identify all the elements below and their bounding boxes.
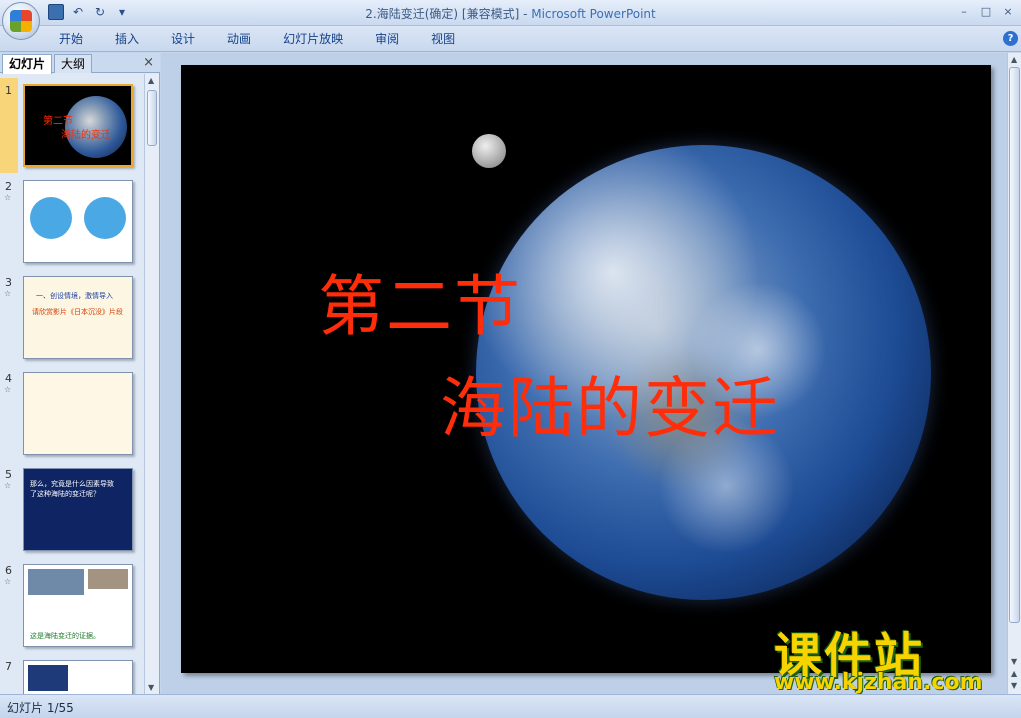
previous-slide-icon[interactable]: ▲ [1011,669,1017,678]
thumbnail-scrollbar[interactable]: ▲ ▼ [144,74,159,694]
tab-view[interactable]: 视图 [420,31,466,47]
world-map-left [30,197,72,239]
world-map-right [84,197,126,239]
tab-outline[interactable]: 大纲 [54,54,93,73]
thumbnail-image: 这是海陆变迁的证据。 [23,564,133,647]
thumbnail-image: 一、创设情境，激情导入 请欣赏影片《日本沉没》片段 [23,276,133,359]
thumbnail-image [23,372,133,455]
mini-text-2: 了这种海陆的变迁呢？ [30,490,100,498]
panel-tabs: 幻灯片 大纲 × [0,53,160,74]
slide-scrollbar[interactable]: ▲ ▼ ▲ ▼ [1007,53,1021,694]
site-watermark: 课件站 www.kjzhan.com [770,616,1006,695]
fossil-photo [88,569,128,589]
office-button[interactable] [2,2,40,40]
mini-text-1: 这是海陆变迁的证据。 [30,632,100,640]
slide-number: 7 [5,660,12,673]
title-bar: ↶ ↻ ▾ 2.海陆变迁(确定) [兼容模式] - Microsoft Powe… [0,0,1021,40]
slide-number: 4 [5,372,12,385]
mini-title-line2: 海陆的变迁 [61,130,111,141]
slide-number: 3 [5,276,12,289]
tab-slideshow[interactable]: 幻灯片放映 [272,31,354,47]
ribbon-tabs: 开始 插入 设计 动画 幻灯片放映 审阅 视图 [48,31,476,47]
office-logo-icon [10,10,32,32]
slide-thumbnail-1[interactable]: 1 第二节 海陆的变迁 [0,78,143,173]
slide-number: 2 [5,180,12,193]
slide-thumbnail-7[interactable]: 7 [0,654,143,694]
scroll-thumb[interactable] [1009,67,1020,623]
ribbon: 开始 插入 设计 动画 幻灯片放映 审阅 视图 ? [0,26,1021,52]
close-button[interactable]: × [999,3,1017,19]
tab-design[interactable]: 设计 [160,31,206,47]
slide-number: 6 [5,564,12,577]
watermark-url: www.kjzhan.com [774,670,983,695]
help-icon[interactable]: ? [1003,31,1018,46]
window-controls: – □ × [955,3,1017,19]
tab-animations[interactable]: 动画 [216,31,262,47]
animation-star-icon: ☆ [4,577,12,586]
mini-text-1: 那么，究竟是什么因素导致 [30,480,114,488]
close-panel-icon[interactable]: × [143,55,154,70]
slides-panel: 幻灯片 大纲 × 1 第二节 海陆的变迁 2 ☆ 3 ☆ 一、创设情境，激情导入… [0,53,160,694]
application-name: Microsoft PowerPoint [531,7,656,21]
slide-thumbnail-5[interactable]: 5 ☆ 那么，究竟是什么因素导致 了这种海陆的变迁呢？ [0,462,143,557]
scroll-up-icon[interactable]: ▲ [1011,55,1017,64]
window-title: 2.海陆变迁(确定) [兼容模式] - Microsoft PowerPoint [0,5,1021,22]
slide-thumbnail-3[interactable]: 3 ☆ 一、创设情境，激情导入 请欣赏影片《日本沉没》片段 [0,270,143,365]
status-bar: 幻灯片 1/55 [0,694,1021,718]
scroll-up-icon[interactable]: ▲ [148,76,154,85]
landscape-photo [28,569,84,595]
slide-indicator: 幻灯片 1/55 [7,701,74,715]
minimize-button[interactable]: – [955,3,973,19]
tab-slides[interactable]: 幻灯片 [2,54,53,74]
slide-thumbnail-4[interactable]: 4 ☆ [0,366,143,461]
tab-home[interactable]: 开始 [48,31,94,47]
animation-star-icon: ☆ [4,193,12,202]
tab-review[interactable]: 审阅 [364,31,410,47]
slide-thumbnail-6[interactable]: 6 ☆ 这是海陆变迁的证据。 [0,558,143,653]
slide-editing-area: 第二节 海陆的变迁 [161,53,1007,694]
scroll-down-icon[interactable]: ▼ [1011,657,1017,666]
mini-text-1: 一、创设情境，激情导入 [36,292,113,300]
animation-star-icon: ☆ [4,289,12,298]
thumbnail-image [23,180,133,263]
tab-insert[interactable]: 插入 [104,31,150,47]
current-slide[interactable]: 第二节 海陆的变迁 [181,65,991,673]
animation-star-icon: ☆ [4,481,12,490]
text-block [28,665,68,691]
slide-thumbnail-2[interactable]: 2 ☆ [0,174,143,269]
slide-number: 5 [5,468,12,481]
mini-text-2: 请欣赏影片《日本沉没》片段 [32,308,123,316]
thumbnail-list: 1 第二节 海陆的变迁 2 ☆ 3 ☆ 一、创设情境，激情导入 请欣赏影片《日本… [0,74,143,694]
next-slide-icon[interactable]: ▼ [1011,681,1017,690]
slide-number: 1 [5,84,12,97]
maximize-button[interactable]: □ [977,3,995,19]
animation-star-icon: ☆ [4,385,12,394]
scroll-thumb[interactable] [147,90,157,146]
slide-title-line2[interactable]: 海陆的变迁 [440,355,780,451]
thumbnail-image: 那么，究竟是什么因素导致 了这种海陆的变迁呢？ [23,468,133,551]
scroll-down-icon[interactable]: ▼ [148,683,154,692]
thumbnail-image [23,660,133,694]
thumbnail-image: 第二节 海陆的变迁 [23,84,133,167]
title-separator: - [519,7,532,21]
document-name: 2.海陆变迁(确定) [兼容模式] [365,7,520,21]
mini-title-line1: 第二节 [43,116,73,127]
moon-image [472,134,506,168]
slide-title-line1[interactable]: 第二节 [318,253,522,349]
